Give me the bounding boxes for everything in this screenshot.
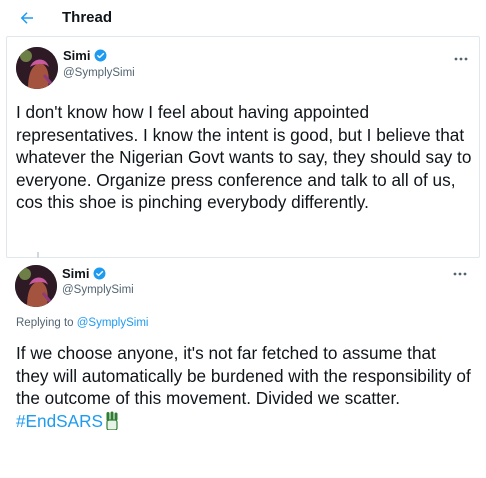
more-options-icon[interactable] [453, 55, 469, 63]
verified-badge-icon [95, 49, 107, 62]
tweet-card[interactable]: Simi @SymplySimi I don't know how I feel… [6, 36, 480, 258]
avatar[interactable] [16, 47, 58, 89]
replying-to: Replying to @SymplySimi [16, 317, 148, 329]
replying-to-label: Replying to [16, 317, 77, 329]
avatar-image [16, 47, 58, 89]
tweet-text: I don't know how I feel about having app… [16, 102, 472, 212]
thread-header: Thread [0, 0, 486, 36]
tweet-text-body: If we choose anyone, it's not far fetche… [16, 343, 471, 408]
verified-badge-icon [94, 267, 106, 280]
more-options-icon[interactable] [452, 270, 468, 278]
author-name[interactable]: Simi [63, 48, 90, 63]
tweet-author-row: Simi [62, 266, 106, 281]
avatar-image [15, 265, 57, 307]
replying-to-link[interactable]: @SymplySimi [77, 317, 149, 329]
tweet-card[interactable]: Simi @SymplySimi Replying to @SymplySimi… [6, 258, 480, 444]
avatar[interactable] [15, 265, 57, 307]
author-handle[interactable]: @SymplySimi [63, 67, 135, 79]
back-arrow-icon[interactable] [18, 9, 36, 27]
author-handle[interactable]: @SymplySimi [62, 284, 134, 296]
hashtag-link[interactable]: #EndSARS [16, 411, 103, 431]
page-title: Thread [62, 9, 113, 26]
tweet-author-row: Simi [63, 48, 107, 63]
tweet-text: If we choose anyone, it's not far fetche… [16, 342, 472, 432]
author-name[interactable]: Simi [62, 266, 89, 281]
raised-fist-emoji [106, 411, 118, 430]
